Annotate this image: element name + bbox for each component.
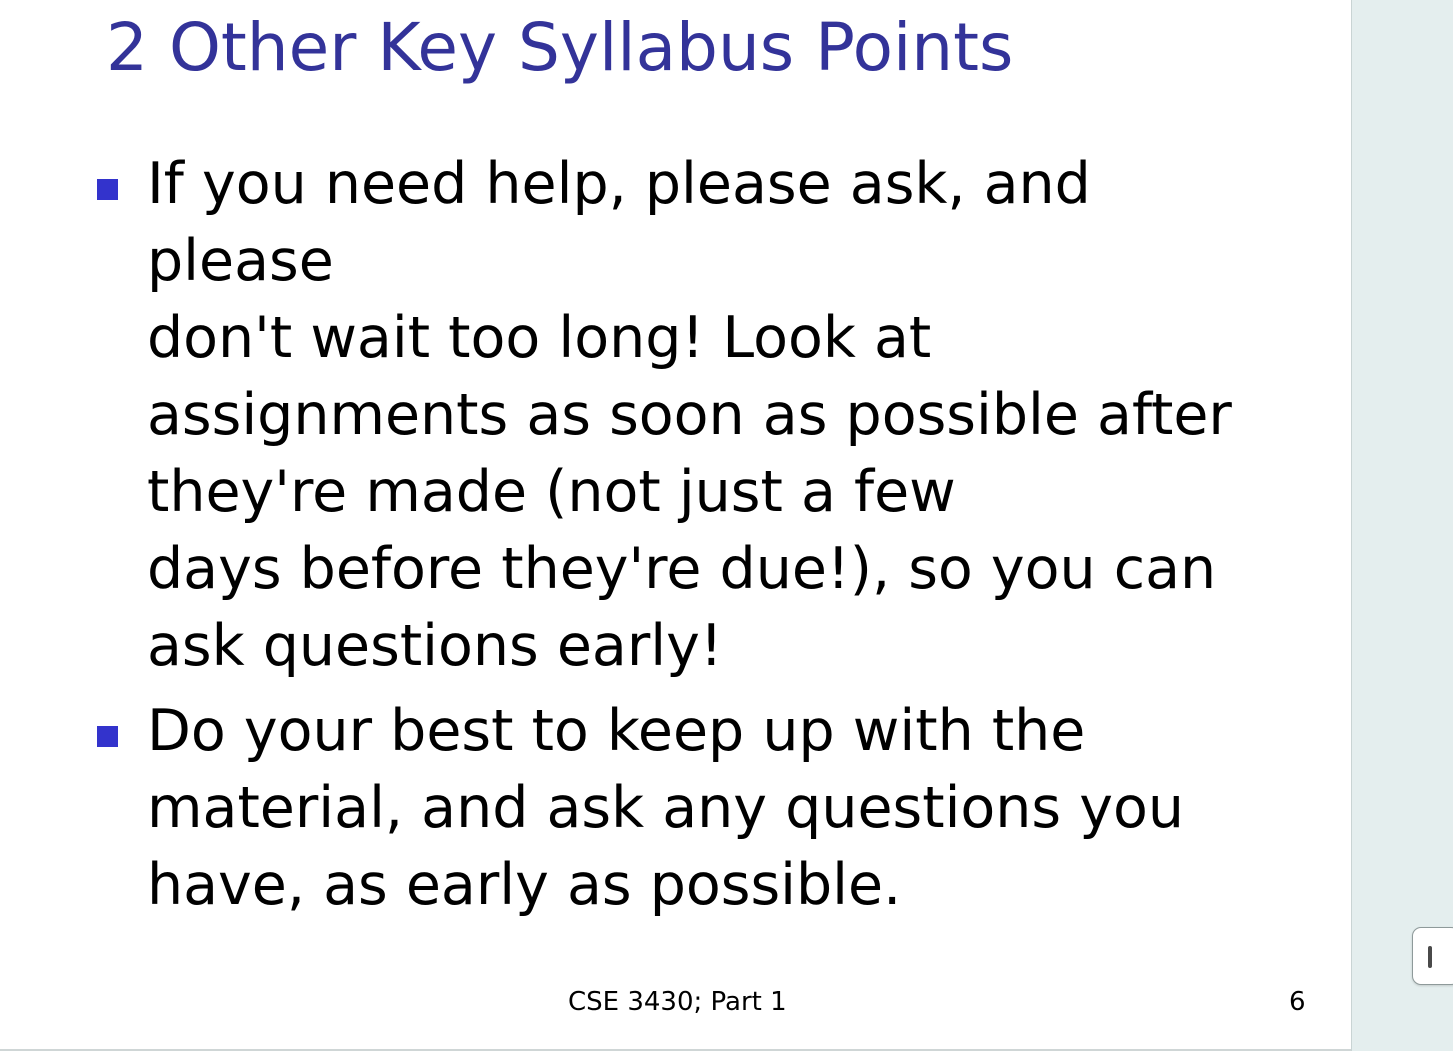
bullet-text: If you need help, please ask, and please… [147,151,1232,679]
bullet-list: If you need help, please ask, and please… [95,146,1295,932]
list-item: If you need help, please ask, and please… [95,146,1295,685]
slide-title: 2 Other Key Syllabus Points [106,9,1014,86]
slide: 2 Other Key Syllabus Points If you need … [0,0,1351,1051]
panel-toggle-handle[interactable] [1412,927,1453,985]
square-bullet-icon [97,726,118,747]
slide-viewer: 2 Other Key Syllabus Points If you need … [0,0,1453,1051]
bullet-text: Do your best to keep up with the materia… [147,698,1184,918]
grip-handle-icon [1428,946,1432,968]
slide-footer: CSE 3430; Part 1 [568,987,787,1017]
list-item: Do your best to keep up with the materia… [95,693,1295,924]
square-bullet-icon [97,179,118,200]
side-panel [1351,0,1453,1051]
page-number: 6 [1289,987,1306,1017]
